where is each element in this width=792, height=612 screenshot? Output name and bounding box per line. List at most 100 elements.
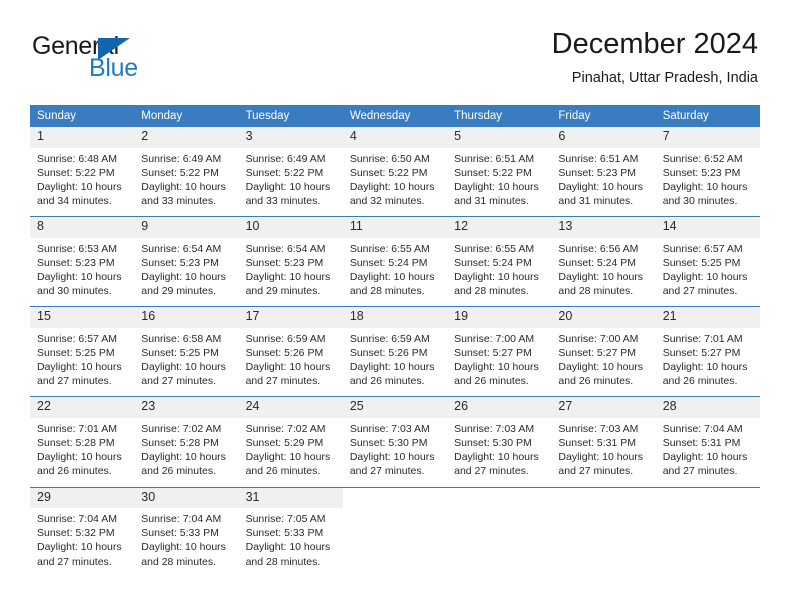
sunrise-text: Sunrise: 7:05 AM — [245, 513, 326, 526]
day-cell[interactable]: 14 Sunrise: 6:57 AM Sunset: 5:25 PM Dayl… — [655, 216, 760, 307]
day-cell[interactable]: 12 Sunrise: 6:55 AM Sunset: 5:24 PM Dayl… — [447, 216, 552, 307]
daylight-text-line2: and 27 minutes. — [37, 555, 112, 568]
day-number: 13 — [551, 217, 656, 238]
day-cell[interactable]: 5 Sunrise: 6:51 AM Sunset: 5:22 PM Dayli… — [447, 127, 552, 217]
day-number: 20 — [551, 307, 656, 328]
daylight-text-line2: and 27 minutes. — [37, 375, 112, 388]
daylight-text-line1: Daylight: 10 hours — [454, 361, 539, 374]
daylight-text-line1: Daylight: 10 hours — [37, 541, 122, 554]
day-number: 6 — [551, 127, 656, 148]
sunset-text: Sunset: 5:23 PM — [662, 166, 741, 179]
day-cell[interactable]: 24 Sunrise: 7:02 AM Sunset: 5:29 PM Dayl… — [238, 396, 343, 487]
daylight-text-line2: and 30 minutes. — [662, 195, 738, 208]
sunrise-text: Sunrise: 6:58 AM — [141, 333, 222, 345]
day-cell[interactable]: 31 Sunrise: 7:05 AM Sunset: 5:33 PM Dayl… — [238, 486, 343, 610]
day-details: Sunrise: 6:50 AM Sunset: 5:22 PM Dayligh… — [343, 148, 447, 216]
sunset-text: Sunset: 5:25 PM — [662, 256, 741, 269]
day-cell[interactable]: 18 Sunrise: 6:59 AM Sunset: 5:26 PM Dayl… — [342, 306, 448, 397]
daylight-text-line2: and 33 minutes. — [141, 195, 216, 208]
day-cell[interactable]: 11 Sunrise: 6:55 AM Sunset: 5:24 PM Dayl… — [342, 216, 448, 307]
sunset-text: Sunset: 5:23 PM — [245, 256, 324, 269]
sunset-text: Sunset: 5:28 PM — [37, 437, 115, 450]
daylight-text-line2: and 27 minutes. — [662, 465, 738, 478]
daylight-text-line1: Daylight: 10 hours — [245, 541, 331, 554]
calendar-body: 1 Sunrise: 6:48 AM Sunset: 5:22 PM Dayli… — [30, 127, 760, 610]
day-number: 16 — [134, 307, 239, 328]
day-cell[interactable]: 10 Sunrise: 6:54 AM Sunset: 5:23 PM Dayl… — [238, 216, 343, 307]
sunrise-text: Sunrise: 6:53 AM — [37, 242, 117, 255]
daylight-text-line2: and 27 minutes. — [558, 465, 634, 478]
calendar-week-row: 15 Sunrise: 6:57 AM Sunset: 5:25 PM Dayl… — [30, 306, 760, 397]
sunset-text: Sunset: 5:24 PM — [454, 256, 532, 269]
day-cell[interactable]: 21 Sunrise: 7:01 AM Sunset: 5:27 PM Dayl… — [655, 306, 760, 397]
day-cell[interactable]: 3 Sunrise: 6:49 AM Sunset: 5:22 PM Dayli… — [238, 127, 343, 217]
daylight-text-line1: Daylight: 10 hours — [37, 180, 122, 193]
daylight-text-line1: Daylight: 10 hours — [558, 361, 644, 374]
sunset-text: Sunset: 5:30 PM — [349, 437, 428, 450]
day-cell[interactable]: 29 Sunrise: 7:04 AM Sunset: 5:32 PM Dayl… — [30, 486, 135, 610]
calendar-week-row: 1 Sunrise: 6:48 AM Sunset: 5:22 PM Dayli… — [30, 127, 760, 217]
day-cell[interactable]: 26 Sunrise: 7:03 AM Sunset: 5:30 PM Dayl… — [447, 396, 552, 487]
daylight-text-line2: and 30 minutes. — [37, 285, 112, 298]
day-details: Sunrise: 7:03 AM Sunset: 5:31 PM Dayligh… — [551, 418, 655, 486]
day-cell[interactable]: 20 Sunrise: 7:00 AM Sunset: 5:27 PM Dayl… — [551, 306, 656, 397]
day-cell[interactable]: 7 Sunrise: 6:52 AM Sunset: 5:23 PM Dayli… — [655, 127, 760, 217]
day-number: 23 — [134, 397, 239, 419]
day-details: Sunrise: 6:57 AM Sunset: 5:25 PM Dayligh… — [656, 238, 760, 306]
day-details: Sunrise: 6:49 AM Sunset: 5:22 PM Dayligh… — [239, 148, 343, 216]
day-number: 22 — [30, 397, 135, 419]
day-cell[interactable]: 16 Sunrise: 6:58 AM Sunset: 5:25 PM Dayl… — [134, 306, 239, 397]
day-cell[interactable]: 17 Sunrise: 6:59 AM Sunset: 5:26 PM Dayl… — [238, 306, 343, 397]
sunrise-text: Sunrise: 7:02 AM — [141, 423, 222, 436]
day-details: Sunrise: 7:04 AM Sunset: 5:31 PM Dayligh… — [656, 418, 760, 486]
sunset-text: Sunset: 5:26 PM — [349, 347, 428, 360]
day-cell[interactable]: 23 Sunrise: 7:02 AM Sunset: 5:28 PM Dayl… — [134, 396, 239, 487]
weekday-header-row: Sunday Monday Tuesday Wednesday Thursday… — [30, 105, 760, 127]
day-details: Sunrise: 7:04 AM Sunset: 5:32 PM Dayligh… — [30, 508, 134, 576]
daylight-text-line1: Daylight: 10 hours — [558, 451, 644, 464]
day-number: 19 — [447, 307, 552, 328]
day-cell[interactable]: 25 Sunrise: 7:03 AM Sunset: 5:30 PM Dayl… — [342, 396, 448, 487]
sunset-text: Sunset: 5:29 PM — [245, 437, 324, 450]
day-details: Sunrise: 6:49 AM Sunset: 5:22 PM Dayligh… — [134, 148, 238, 216]
day-cell[interactable]: 19 Sunrise: 7:00 AM Sunset: 5:27 PM Dayl… — [447, 306, 552, 397]
day-details: Sunrise: 7:03 AM Sunset: 5:30 PM Dayligh… — [343, 418, 447, 486]
day-details: Sunrise: 7:02 AM Sunset: 5:28 PM Dayligh… — [134, 418, 238, 486]
day-cell[interactable]: 6 Sunrise: 6:51 AM Sunset: 5:23 PM Dayli… — [551, 127, 656, 217]
daylight-text-line1: Daylight: 10 hours — [245, 271, 331, 284]
day-number: 24 — [238, 397, 343, 419]
daylight-text-line1: Daylight: 10 hours — [37, 361, 122, 374]
day-cell[interactable]: 9 Sunrise: 6:54 AM Sunset: 5:23 PM Dayli… — [134, 216, 239, 307]
daylight-text-line2: and 27 minutes. — [141, 375, 216, 388]
sunrise-text: Sunrise: 6:57 AM — [37, 333, 117, 345]
day-details — [551, 508, 655, 610]
sunrise-text: Sunrise: 6:59 AM — [349, 333, 430, 345]
day-cell[interactable]: 30 Sunrise: 7:04 AM Sunset: 5:33 PM Dayl… — [134, 486, 239, 610]
day-number: 29 — [30, 487, 135, 509]
sunset-text: Sunset: 5:25 PM — [141, 347, 219, 360]
day-details: Sunrise: 7:02 AM Sunset: 5:29 PM Dayligh… — [239, 418, 343, 486]
sunset-text: Sunset: 5:31 PM — [558, 437, 637, 450]
day-cell[interactable]: 4 Sunrise: 6:50 AM Sunset: 5:22 PM Dayli… — [342, 127, 448, 217]
sunrise-text: Sunrise: 7:03 AM — [558, 423, 639, 436]
day-cell[interactable]: 1 Sunrise: 6:48 AM Sunset: 5:22 PM Dayli… — [30, 127, 135, 217]
day-cell[interactable]: 15 Sunrise: 6:57 AM Sunset: 5:25 PM Dayl… — [30, 306, 135, 397]
day-cell[interactable]: 27 Sunrise: 7:03 AM Sunset: 5:31 PM Dayl… — [551, 396, 656, 487]
day-details — [343, 508, 447, 610]
day-cell[interactable]: 22 Sunrise: 7:01 AM Sunset: 5:28 PM Dayl… — [30, 396, 135, 487]
sunset-text: Sunset: 5:22 PM — [245, 166, 324, 179]
general-blue-logo[interactable]: General Blue — [32, 34, 212, 86]
weekday-header-friday: Friday — [551, 105, 656, 127]
day-cell[interactable]: 28 Sunrise: 7:04 AM Sunset: 5:31 PM Dayl… — [655, 396, 760, 487]
sunrise-text: Sunrise: 6:54 AM — [141, 242, 222, 255]
sunrise-text: Sunrise: 6:48 AM — [37, 152, 117, 165]
sunset-text: Sunset: 5:23 PM — [558, 166, 637, 179]
day-details — [447, 508, 551, 610]
day-cell[interactable]: 13 Sunrise: 6:56 AM Sunset: 5:24 PM Dayl… — [551, 216, 656, 307]
daylight-text-line1: Daylight: 10 hours — [454, 451, 539, 464]
day-cell[interactable]: 2 Sunrise: 6:49 AM Sunset: 5:22 PM Dayli… — [134, 127, 239, 217]
day-cell[interactable]: 8 Sunrise: 6:53 AM Sunset: 5:23 PM Dayli… — [30, 216, 135, 307]
day-details: Sunrise: 6:55 AM Sunset: 5:24 PM Dayligh… — [447, 238, 551, 306]
daylight-text-line1: Daylight: 10 hours — [141, 180, 226, 193]
day-number: 12 — [447, 217, 552, 238]
